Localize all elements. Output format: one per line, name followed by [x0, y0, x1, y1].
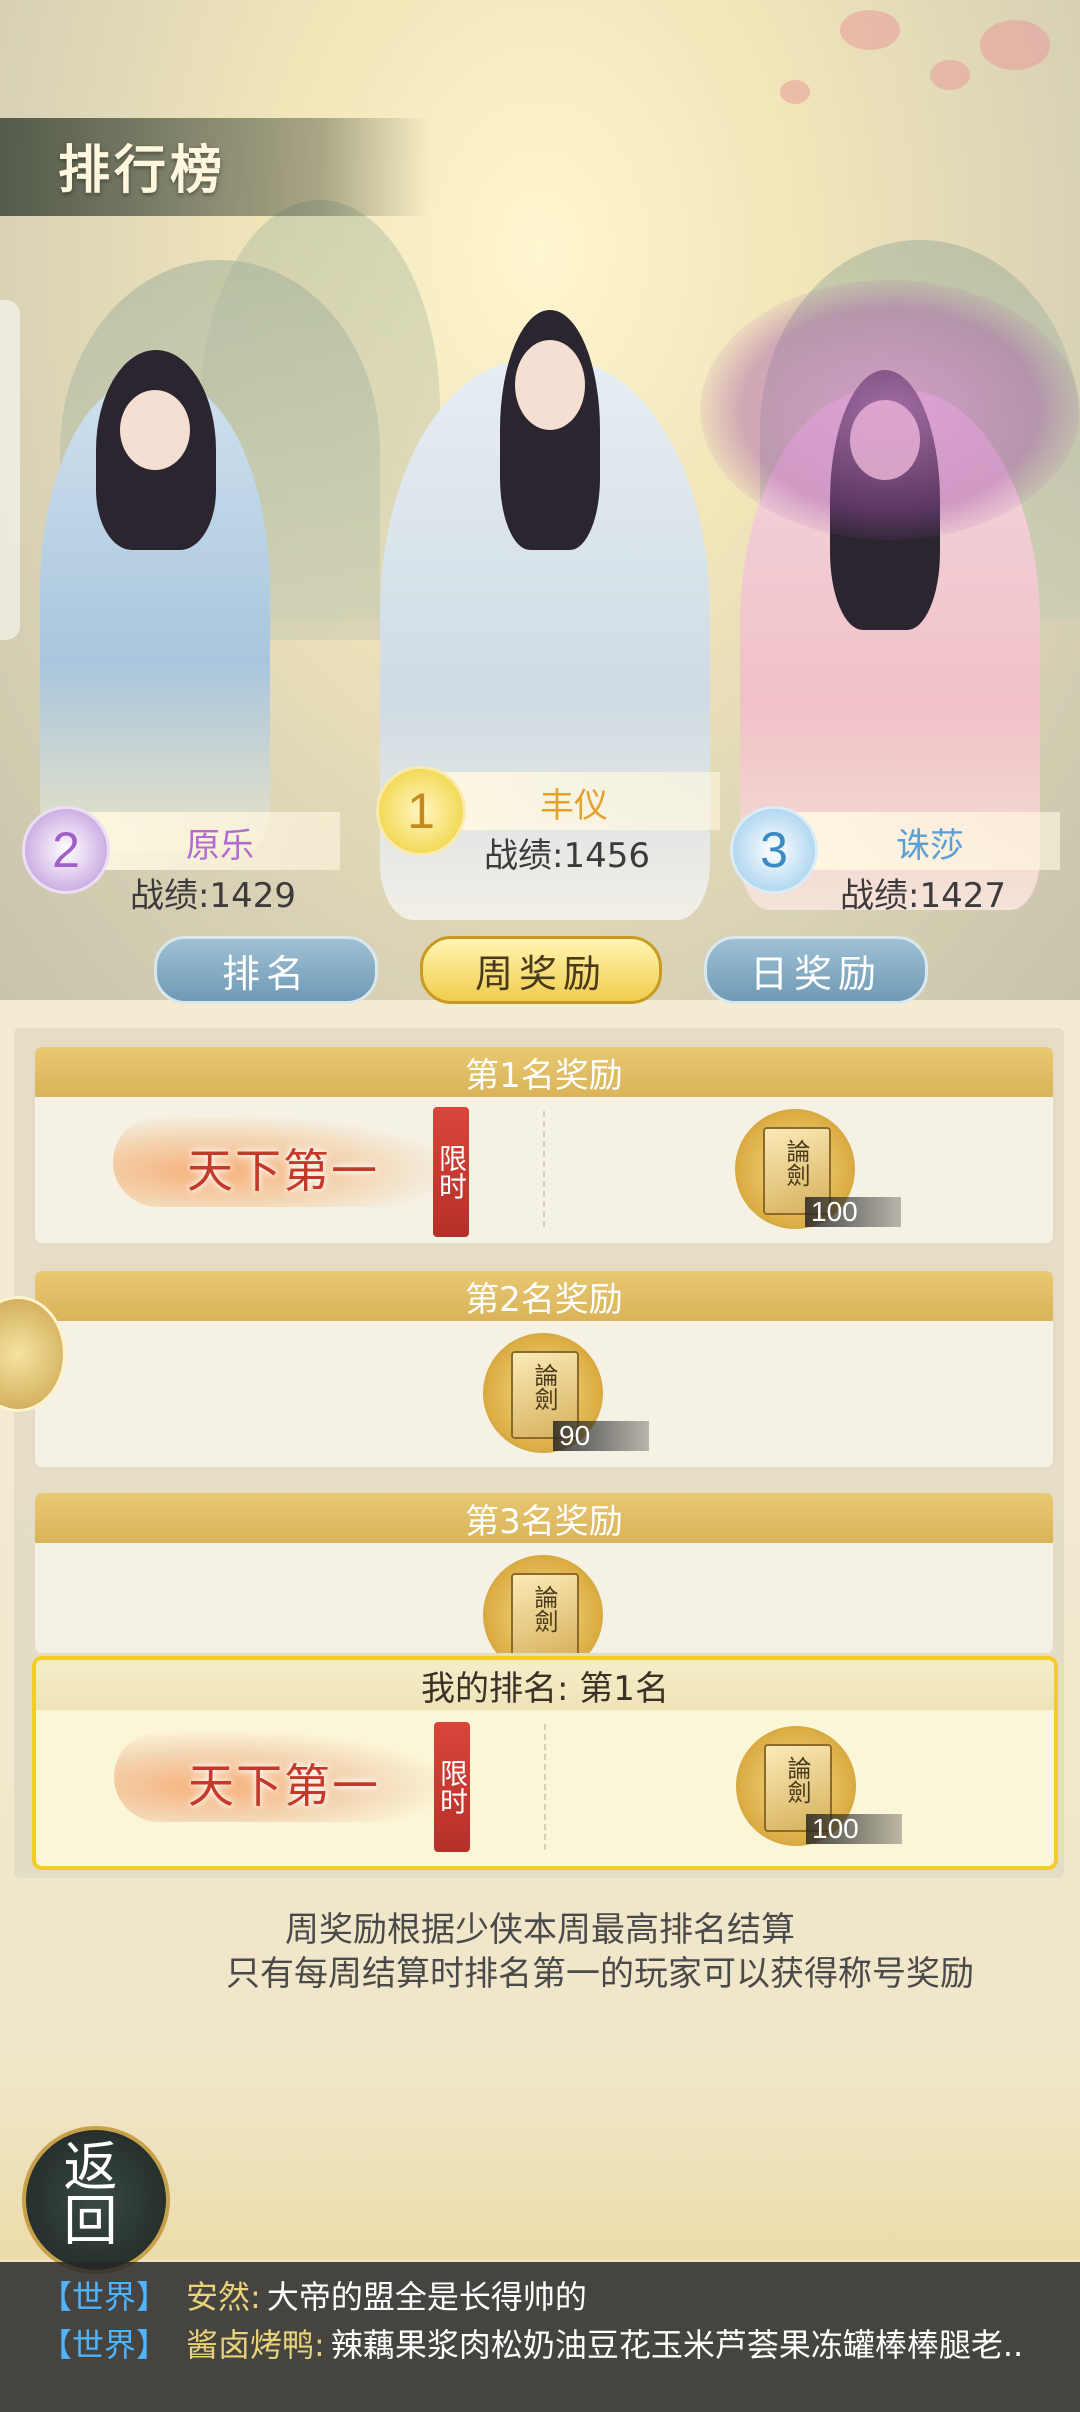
item-label: 論劍 — [782, 1139, 810, 1187]
rank-2-name: 原乐 — [186, 826, 254, 866]
character-rank-2[interactable] — [40, 350, 270, 850]
lunjian-book-icon[interactable]: 論劍 100 — [735, 1109, 901, 1229]
rank-2-badge: 2 — [22, 806, 110, 894]
chat-user: 酱卤烤鸭: — [186, 2326, 325, 2364]
item-label: 論劍 — [530, 1363, 558, 1411]
item-label: 論劍 — [530, 1585, 558, 1633]
title-reward-text: 天下第一 — [187, 1144, 379, 1198]
weekly-settlement-note: 周奖励根据少侠本周最高排名结算 — [285, 1910, 795, 1950]
item-count: 100 — [806, 1814, 902, 1844]
rank-3-name: 诛莎 — [896, 826, 964, 866]
reward-card-rank-3: 第3名奖励 論劍 — [32, 1490, 1056, 1656]
title-reward-note: 只有每周结算时排名第一的玩家可以获得称号奖励 — [226, 1954, 974, 1994]
rank-3-score: 战绩:1427 — [840, 876, 1006, 916]
reward-card-rank-1: 第1名奖励 天下第一 限时 論劍 100 — [32, 1044, 1056, 1246]
tab-daily-reward[interactable]: 日奖励 — [704, 936, 928, 1004]
lunjian-book-icon[interactable]: 論劍 — [483, 1555, 603, 1653]
limited-time-tag: 限时 — [434, 1722, 470, 1852]
chat-user: 安然: — [186, 2278, 261, 2316]
title-reward-badge[interactable]: 天下第一 限时 — [113, 1107, 473, 1237]
reward-card-header: 第3名奖励 — [35, 1493, 1053, 1543]
rank-1-score: 战绩:1456 — [484, 836, 650, 876]
reward-card-header: 第1名奖励 — [35, 1047, 1053, 1097]
tab-weekly-reward[interactable]: 周奖励 — [420, 936, 662, 1004]
page-title: 排行榜 — [58, 141, 227, 201]
rank-1-name: 丰仪 — [540, 786, 608, 826]
reward-card-header: 第2名奖励 — [35, 1271, 1053, 1321]
rank-1-badge: 1 — [376, 766, 466, 856]
tab-ranking[interactable]: 排名 — [154, 936, 378, 1004]
world-chat-bar[interactable]: 【世界】 安然: 大帝的盟全是长得帅的 【世界】 酱卤烤鸭: 辣藕果浆肉松奶油豆花玉米芦… — [0, 2262, 1080, 2412]
limited-time-tag: 限时 — [433, 1107, 469, 1237]
title-reward-text: 天下第一 — [188, 1759, 380, 1813]
butterfly-wings — [700, 280, 1080, 540]
title-reward-badge[interactable]: 天下第一 限时 — [114, 1722, 474, 1852]
chat-channel: 【世界】 — [40, 2278, 169, 2316]
back-label: 返回 — [54, 2138, 117, 2246]
my-rank-header: 我的排名: 第1名 — [36, 1660, 1054, 1710]
chat-text: 辣藕果浆肉松奶油豆花玉米芦荟果冻罐棒棒腿老.. — [330, 2326, 1024, 2364]
reward-card-rank-2: 第2名奖励 論劍 90 — [32, 1268, 1056, 1470]
my-rank-card: 我的排名: 第1名 天下第一 限时 論劍 100 — [32, 1656, 1058, 1870]
lunjian-book-icon[interactable]: 論劍 100 — [736, 1726, 902, 1846]
rank-2-score: 战绩:1429 — [130, 876, 296, 916]
chat-channel: 【世界】 — [40, 2326, 169, 2364]
item-count: 100 — [805, 1197, 901, 1227]
item-label: 論劍 — [783, 1756, 811, 1804]
item-count: 90 — [553, 1421, 649, 1451]
lunjian-book-icon[interactable]: 論劍 90 — [483, 1333, 649, 1453]
side-handle[interactable] — [0, 300, 20, 640]
back-button[interactable]: 返回 — [22, 2126, 170, 2274]
chat-text: 大帝的盟全是长得帅的 — [266, 2278, 587, 2316]
chat-message: 【世界】 安然: 大帝的盟全是长得帅的 — [40, 2272, 587, 2318]
rank-3-badge: 3 — [730, 806, 818, 894]
chat-message: 【世界】 酱卤烤鸭: 辣藕果浆肉松奶油豆花玉米芦荟果冻罐棒棒腿老.. — [40, 2320, 1023, 2366]
